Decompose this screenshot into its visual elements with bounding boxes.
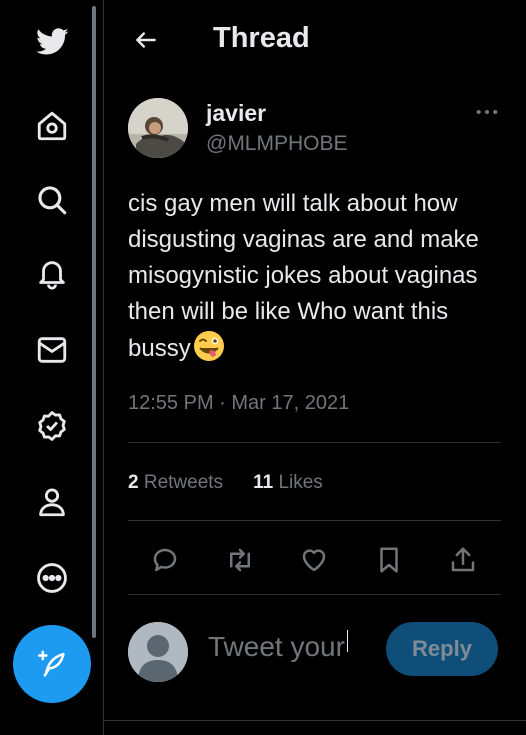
reply-input[interactable]: Tweet your	[208, 630, 368, 663]
notifications-bell-icon[interactable]	[30, 252, 74, 296]
tweet-timestamp[interactable]: 12:55 PM · Mar 17, 2021	[128, 392, 349, 415]
like-action-button[interactable]	[294, 540, 334, 580]
back-button[interactable]	[128, 22, 164, 58]
author-display-name[interactable]: javier	[206, 100, 266, 127]
sidebar-scrollbar[interactable]	[92, 6, 96, 638]
share-icon	[451, 547, 475, 572]
search-icon[interactable]	[30, 178, 74, 222]
sidebar	[0, 0, 104, 735]
default-avatar-icon	[128, 622, 188, 682]
retweets-stat[interactable]: 2 Retweets	[128, 472, 223, 494]
heart-icon	[302, 549, 326, 572]
twitter-logo-icon[interactable]	[30, 20, 74, 64]
tweet-more-button[interactable]	[474, 102, 500, 122]
reply-bubble-icon	[153, 548, 177, 572]
divider	[128, 594, 501, 595]
thread-header: Thread	[104, 0, 526, 80]
tweet-body: cis gay men will talk about how disgusti…	[128, 190, 479, 362]
reply-button[interactable]: Reply	[386, 622, 498, 676]
ellipsis-icon	[476, 109, 498, 115]
bookmark-action-button[interactable]	[369, 540, 409, 580]
likes-stat[interactable]: 11 Likes	[253, 472, 323, 494]
winking-face-with-tongue-emoji-icon	[193, 330, 225, 362]
feather-plus-icon	[37, 650, 65, 677]
bookmark-icon	[380, 547, 398, 573]
user-avatar[interactable]	[128, 622, 188, 682]
author-avatar[interactable]	[128, 98, 188, 158]
likes-count: 11	[253, 472, 274, 493]
text-cursor	[346, 630, 348, 652]
divider	[104, 720, 526, 721]
share-action-button[interactable]	[443, 540, 483, 580]
messages-mail-icon[interactable]	[30, 328, 74, 372]
arrow-left-icon	[136, 32, 156, 48]
more-options-icon[interactable]	[30, 556, 74, 600]
page-title: Thread	[213, 22, 310, 54]
sidebar-divider	[103, 0, 104, 735]
verified-badge-icon[interactable]	[30, 404, 74, 448]
tweet-stats: 2 Retweets 11 Likes	[128, 472, 323, 494]
divider	[128, 442, 501, 443]
reply-placeholder: Tweet your	[208, 631, 345, 662]
retweets-count: 2	[128, 472, 139, 493]
likes-label: Likes	[278, 472, 323, 493]
tweet-text: cis gay men will talk about how disgusti…	[128, 186, 508, 367]
divider	[128, 520, 501, 521]
retweet-icon	[230, 548, 250, 572]
retweet-action-button[interactable]	[220, 540, 260, 580]
profile-icon[interactable]	[30, 480, 74, 524]
retweets-label: Retweets	[143, 472, 224, 493]
compose-tweet-button[interactable]	[13, 625, 91, 703]
author-handle[interactable]: @MLMPHOBE	[206, 132, 348, 156]
home-icon[interactable]	[30, 104, 74, 148]
reply-action-button[interactable]	[145, 540, 185, 580]
